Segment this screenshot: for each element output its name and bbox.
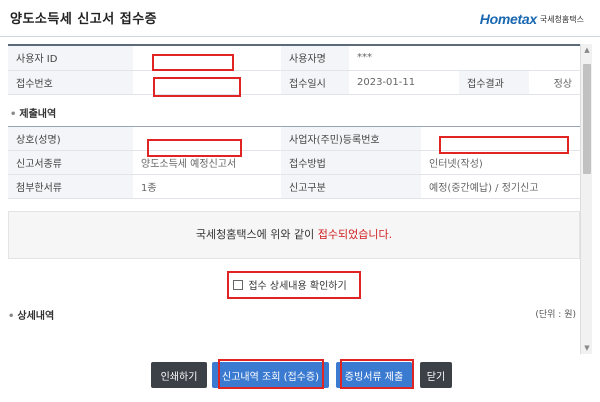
vertical-scrollbar[interactable]: ▲ ▼: [580, 44, 592, 354]
user-id-label: 사용자 ID: [8, 46, 133, 71]
details-section-title: • 상세내역 (단위 : 원): [8, 307, 580, 323]
receipt-date-value: 2023-01-11: [349, 70, 459, 95]
detail-checkbox-label: 접수 상세내용 확인하기: [248, 281, 347, 292]
hometax-logo: Hometax 국세청홈택스: [480, 8, 584, 30]
logo-sub: 국세청홈택스: [539, 14, 584, 24]
receipt-content: 사용자 ID 사용자명 *** 접수번호 접수일시 2023-01-11 접수결…: [8, 44, 580, 354]
user-info-table: 사용자 ID 사용자명 *** 접수번호 접수일시 2023-01-11 접수결…: [8, 46, 580, 95]
masked-field-outline: [439, 136, 569, 154]
scroll-up-icon[interactable]: ▲: [581, 44, 593, 56]
unit-label: (단위 : 원): [535, 309, 576, 320]
scroll-thumb[interactable]: [583, 64, 591, 174]
receipt-date-label: 접수일시: [281, 70, 349, 95]
submit-method-label: 접수방법: [281, 150, 421, 175]
bullet-icon: •: [10, 108, 17, 120]
masked-field-outline: [147, 139, 242, 157]
scroll-down-icon[interactable]: ▼: [581, 342, 593, 354]
receipt-notice: 국세청홈택스에 위와 같이 접수되었습니다.: [8, 210, 580, 259]
window-header: 양도소득세 신고서 접수증 Hometax 국세청홈택스: [0, 0, 600, 36]
table-row: 접수번호 접수일시 2023-01-11 접수결과 정상: [8, 70, 580, 95]
bullet-icon: •: [8, 310, 15, 322]
print-button[interactable]: 인쇄하기: [151, 362, 207, 388]
company-name-label: 상호(성명): [8, 126, 133, 151]
table-row: 사용자 ID 사용자명 ***: [8, 46, 580, 71]
table-row: 첨부한서류 1종 신고구분 예정(중간예납) / 정기신고: [8, 174, 580, 199]
notice-text: 국세청홈택스에 위와 같이: [195, 227, 318, 241]
logo-brand: Hometax: [479, 11, 537, 27]
report-type-value: 예정(중간예납) / 정기신고: [421, 174, 580, 199]
notice-highlight: 접수되었습니다.: [317, 227, 393, 241]
report-type-label: 신고구분: [281, 174, 421, 199]
attachment-value: 1종: [133, 174, 281, 199]
submission-section-title: • 제출내역: [10, 108, 57, 120]
submit-docs-outline: [340, 359, 414, 389]
reg-number-label: 사업자(주민)등록번호: [281, 126, 421, 151]
masked-field-outline: [152, 54, 234, 71]
checkbox-icon[interactable]: [233, 279, 244, 290]
user-name-label: 사용자명: [281, 46, 349, 71]
detail-checkbox-row: 접수 상세내용 확인하기: [8, 270, 580, 299]
masked-field-outline: [153, 77, 241, 97]
button-bar: 인쇄하기 신고내역 조회 (접수증) 증빙서류 제출 닫기: [0, 359, 600, 390]
attachment-label: 첨부한서류: [8, 174, 133, 199]
detail-checkbox[interactable]: 접수 상세내용 확인하기: [227, 270, 361, 299]
receipt-result-value: 정상: [529, 70, 580, 95]
lookup-button-outline: [218, 359, 324, 389]
header-divider: [0, 36, 600, 37]
receipt-result-label: 접수결과: [459, 70, 529, 95]
receipt-number-label: 접수번호: [8, 70, 133, 95]
close-button[interactable]: 닫기: [420, 362, 452, 388]
user-name-value: ***: [349, 46, 580, 71]
form-type-label: 신고서종류: [8, 150, 133, 175]
page-title: 양도소득세 신고서 접수증: [10, 12, 158, 27]
